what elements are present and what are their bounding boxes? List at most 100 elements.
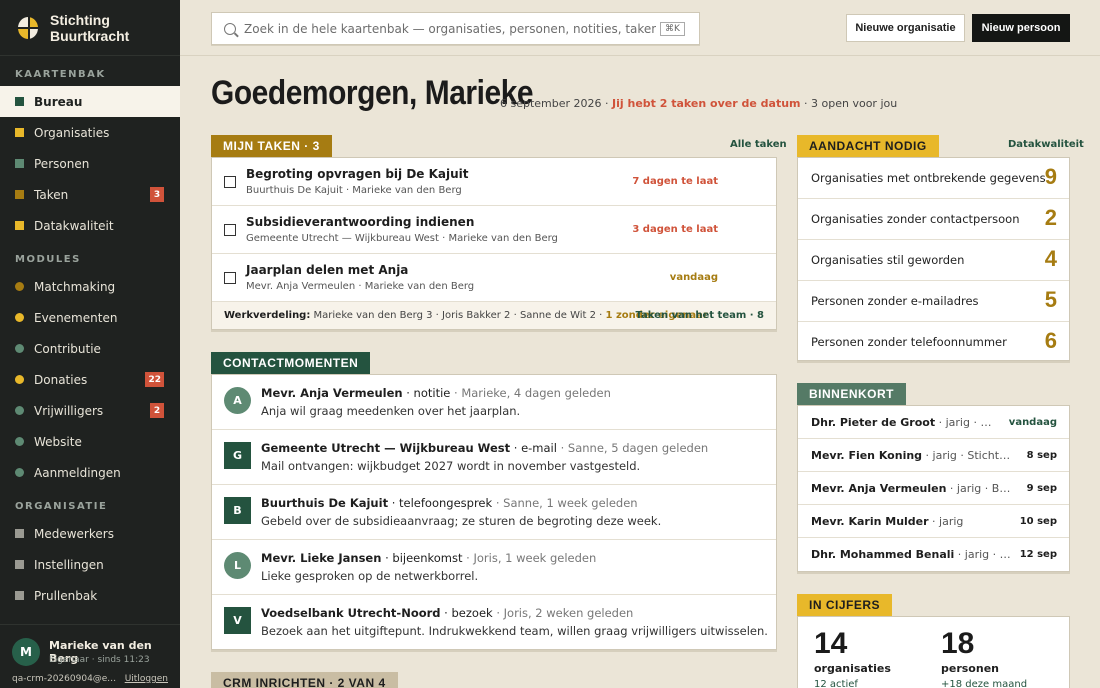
count-badge: 2 <box>150 403 164 418</box>
upcoming-row[interactable]: Mevr. Karin Mulder · jarig 10 sep <box>798 505 1069 538</box>
attention-label: Organisaties stil geworden <box>811 253 965 267</box>
new-person-button[interactable]: Nieuw persoon <box>972 14 1070 42</box>
upcoming-name[interactable]: Dhr. Mohammed Benali <box>811 548 954 561</box>
task-title[interactable]: Begroting opvragen bij De Kajuit <box>246 167 469 181</box>
search-box[interactable]: ⌘K <box>211 12 700 45</box>
user-box: M Marieke van den Berg Eigenaar · sinds … <box>0 624 180 688</box>
contact-row[interactable]: G Gemeente Utrecht — Wijkbureau West · e-… <box>212 430 776 485</box>
figure-organisations-sub[interactable]: 12 actief <box>814 679 858 688</box>
team-tasks-link[interactable]: Taken van het team · 8 <box>635 310 764 321</box>
contact-name[interactable]: Mevr. Anja Vermeulen <box>261 386 403 400</box>
new-organisation-button[interactable]: Nieuwe organisatie <box>846 14 965 42</box>
sidebar-item-website[interactable]: Website <box>0 426 180 457</box>
attention-row[interactable]: Organisaties zonder contactpersoon 2 <box>798 199 1069 240</box>
contact-name[interactable]: Voedselbank Utrecht-Noord <box>261 606 441 620</box>
sidebar: Stichting Buurtkracht KAARTENBAK Bureau Or… <box>0 0 180 688</box>
contact-type: · bezoek <box>440 606 493 620</box>
contact-row[interactable]: L Mevr. Lieke Jansen · bijeenkomst · Jori… <box>212 540 776 595</box>
avatar[interactable]: M <box>12 638 40 666</box>
sidebar-item-donaties[interactable]: Donaties 22 <box>0 364 180 395</box>
overdue-notice[interactable]: Jij hebt 2 taken over de datum <box>612 97 800 110</box>
upcoming-text: Mevr. Fien Koning · jarig · Stichting Ta… <box>811 449 1011 462</box>
task-row[interactable]: Begroting opvragen bij De Kajuit Buurthui… <box>212 158 776 206</box>
sidebar-item-vrijwilligers[interactable]: Vrijwilligers 2 <box>0 395 180 426</box>
contact-type: · bijeenkomst <box>381 551 463 565</box>
sidebar-item-medewerkers[interactable]: Medewerkers <box>0 518 180 549</box>
task-title[interactable]: Jaarplan delen met Anja <box>246 263 408 277</box>
search-icon <box>224 22 236 35</box>
contact-row[interactable]: B Buurthuis De Kajuit · telefoongesprek ·… <box>212 485 776 540</box>
nav-section-title: KAARTENBAK <box>15 69 106 80</box>
upcoming-tab: BINNENKORT <box>797 383 906 405</box>
attention-row[interactable]: Personen zonder telefoonnummer 6 <box>798 322 1069 363</box>
upcoming-row[interactable]: Mevr. Fien Koning · jarig · Stichting Ta… <box>798 439 1069 472</box>
sidebar-item-bureau[interactable]: Bureau <box>0 86 180 117</box>
upcoming-text: Dhr. Pieter de Groot · jarig · Wijkraad … <box>811 416 1001 429</box>
attention-row[interactable]: Organisaties met ontbrekende gegevens 9 <box>798 158 1069 199</box>
sidebar-item-label: Evenementen <box>34 310 118 325</box>
upcoming-detail: · jarig · Buurtteam Oost <box>957 548 1011 561</box>
upcoming-detail: · jarig · Stichting Taalhuis <box>925 449 1011 462</box>
nav-marker-icon <box>15 221 24 230</box>
attention-row[interactable]: Personen zonder e-mailadres 5 <box>798 281 1069 322</box>
sidebar-item-datakwaliteit[interactable]: Datakwaliteit <box>0 210 180 241</box>
contact-header: Mevr. Lieke Jansen · bijeenkomst · Joris… <box>261 551 596 565</box>
search-input[interactable] <box>244 21 656 36</box>
task-checkbox[interactable] <box>224 224 236 236</box>
contact-note: Bezoek aan het uitgiftepunt. Indrukwekke… <box>261 624 768 638</box>
brand-logo-icon <box>18 16 40 39</box>
sidebar-item-label: Aanmeldingen <box>34 465 121 480</box>
task-due: vandaag <box>669 272 718 283</box>
sidebar-nav: KAARTENBAK Bureau Organisaties Personen Take… <box>0 69 180 611</box>
sidebar-item-aanmeldingen[interactable]: Aanmeldingen <box>0 457 180 488</box>
all-tasks-link[interactable]: Alle taken <box>730 139 787 150</box>
contact-name[interactable]: Mevr. Lieke Jansen <box>261 551 381 565</box>
contact-name[interactable]: Buurthuis De Kajuit <box>261 496 388 510</box>
logout-link[interactable]: Uitloggen <box>125 674 168 684</box>
upcoming-row[interactable]: Dhr. Pieter de Groot · jarig · Wijkraad … <box>798 406 1069 439</box>
contact-meta: · Sanne, 1 week geleden <box>492 496 638 510</box>
task-row[interactable]: Subsidieverantwoording indienen Gemeente … <box>212 206 776 254</box>
upcoming-name[interactable]: Mevr. Karin Mulder <box>811 515 929 528</box>
attention-tab: AANDACHT NODIG <box>797 135 939 157</box>
count-badge: 3 <box>150 187 164 202</box>
nav-marker-icon <box>15 344 24 353</box>
task-checkbox[interactable] <box>224 176 236 188</box>
upcoming-row[interactable]: Dhr. Mohammed Benali · jarig · Buurtteam… <box>798 538 1069 571</box>
sidebar-item-evenementen[interactable]: Evenementen <box>0 302 180 333</box>
figure-organisations-label: organisaties <box>814 662 891 675</box>
brand[interactable]: Stichting Buurtkracht <box>0 0 180 56</box>
contact-row[interactable]: A Mevr. Anja Vermeulen · notitie · Mariek… <box>212 375 776 430</box>
sidebar-item-prullenbak[interactable]: Prullenbak <box>0 580 180 611</box>
contact-header: Voedselbank Utrecht-Noord · bezoek · Jor… <box>261 606 633 620</box>
sidebar-item-matchmaking[interactable]: Matchmaking <box>0 271 180 302</box>
figure-persons-sub[interactable]: +18 deze maand <box>941 679 1027 688</box>
setup-tab[interactable]: CRM INRICHTEN · 2 VAN 4 <box>211 672 398 688</box>
sidebar-item-contributie[interactable]: Contributie <box>0 333 180 364</box>
upcoming-text: Mevr. Karin Mulder · jarig <box>811 515 1011 528</box>
data-quality-link[interactable]: Datakwaliteit <box>1008 139 1084 150</box>
upcoming-row[interactable]: Mevr. Anja Vermeulen · jarig · Buurthuis… <box>798 472 1069 505</box>
contact-name[interactable]: Gemeente Utrecht — Wijkbureau West <box>261 441 510 455</box>
attention-row[interactable]: Organisaties stil geworden 4 <box>798 240 1069 281</box>
upcoming-name[interactable]: Dhr. Pieter de Groot <box>811 416 935 429</box>
sidebar-item-organisaties[interactable]: Organisaties <box>0 117 180 148</box>
upcoming-name[interactable]: Mevr. Anja Vermeulen <box>811 482 946 495</box>
upcoming-date: 10 sep <box>1019 516 1057 527</box>
attention-label: Personen zonder telefoonnummer <box>811 335 1007 349</box>
sidebar-item-label: Prullenbak <box>34 588 98 603</box>
sidebar-item-taken[interactable]: Taken 3 <box>0 179 180 210</box>
sidebar-item-instellingen[interactable]: Instellingen <box>0 549 180 580</box>
sidebar-item-personen[interactable]: Personen <box>0 148 180 179</box>
upcoming-name[interactable]: Mevr. Fien Koning <box>811 449 922 462</box>
contact-row[interactable]: V Voedselbank Utrecht-Noord · bezoek · Jo… <box>212 595 776 650</box>
nav-marker-icon <box>15 190 24 199</box>
task-row[interactable]: Jaarplan delen met Anja Mevr. Anja Vermeu… <box>212 254 776 302</box>
upcoming-date: 12 sep <box>1019 549 1057 560</box>
task-checkbox[interactable] <box>224 272 236 284</box>
upcoming-detail: · jarig <box>928 515 964 528</box>
tasks-tab: MIJN TAKEN · 3 <box>211 135 332 157</box>
task-title[interactable]: Subsidieverantwoording indienen <box>246 215 474 229</box>
contact-header: Gemeente Utrecht — Wijkbureau West · e-m… <box>261 441 708 455</box>
contact-note: Mail ontvangen: wijkbudget 2027 wordt in… <box>261 459 641 473</box>
